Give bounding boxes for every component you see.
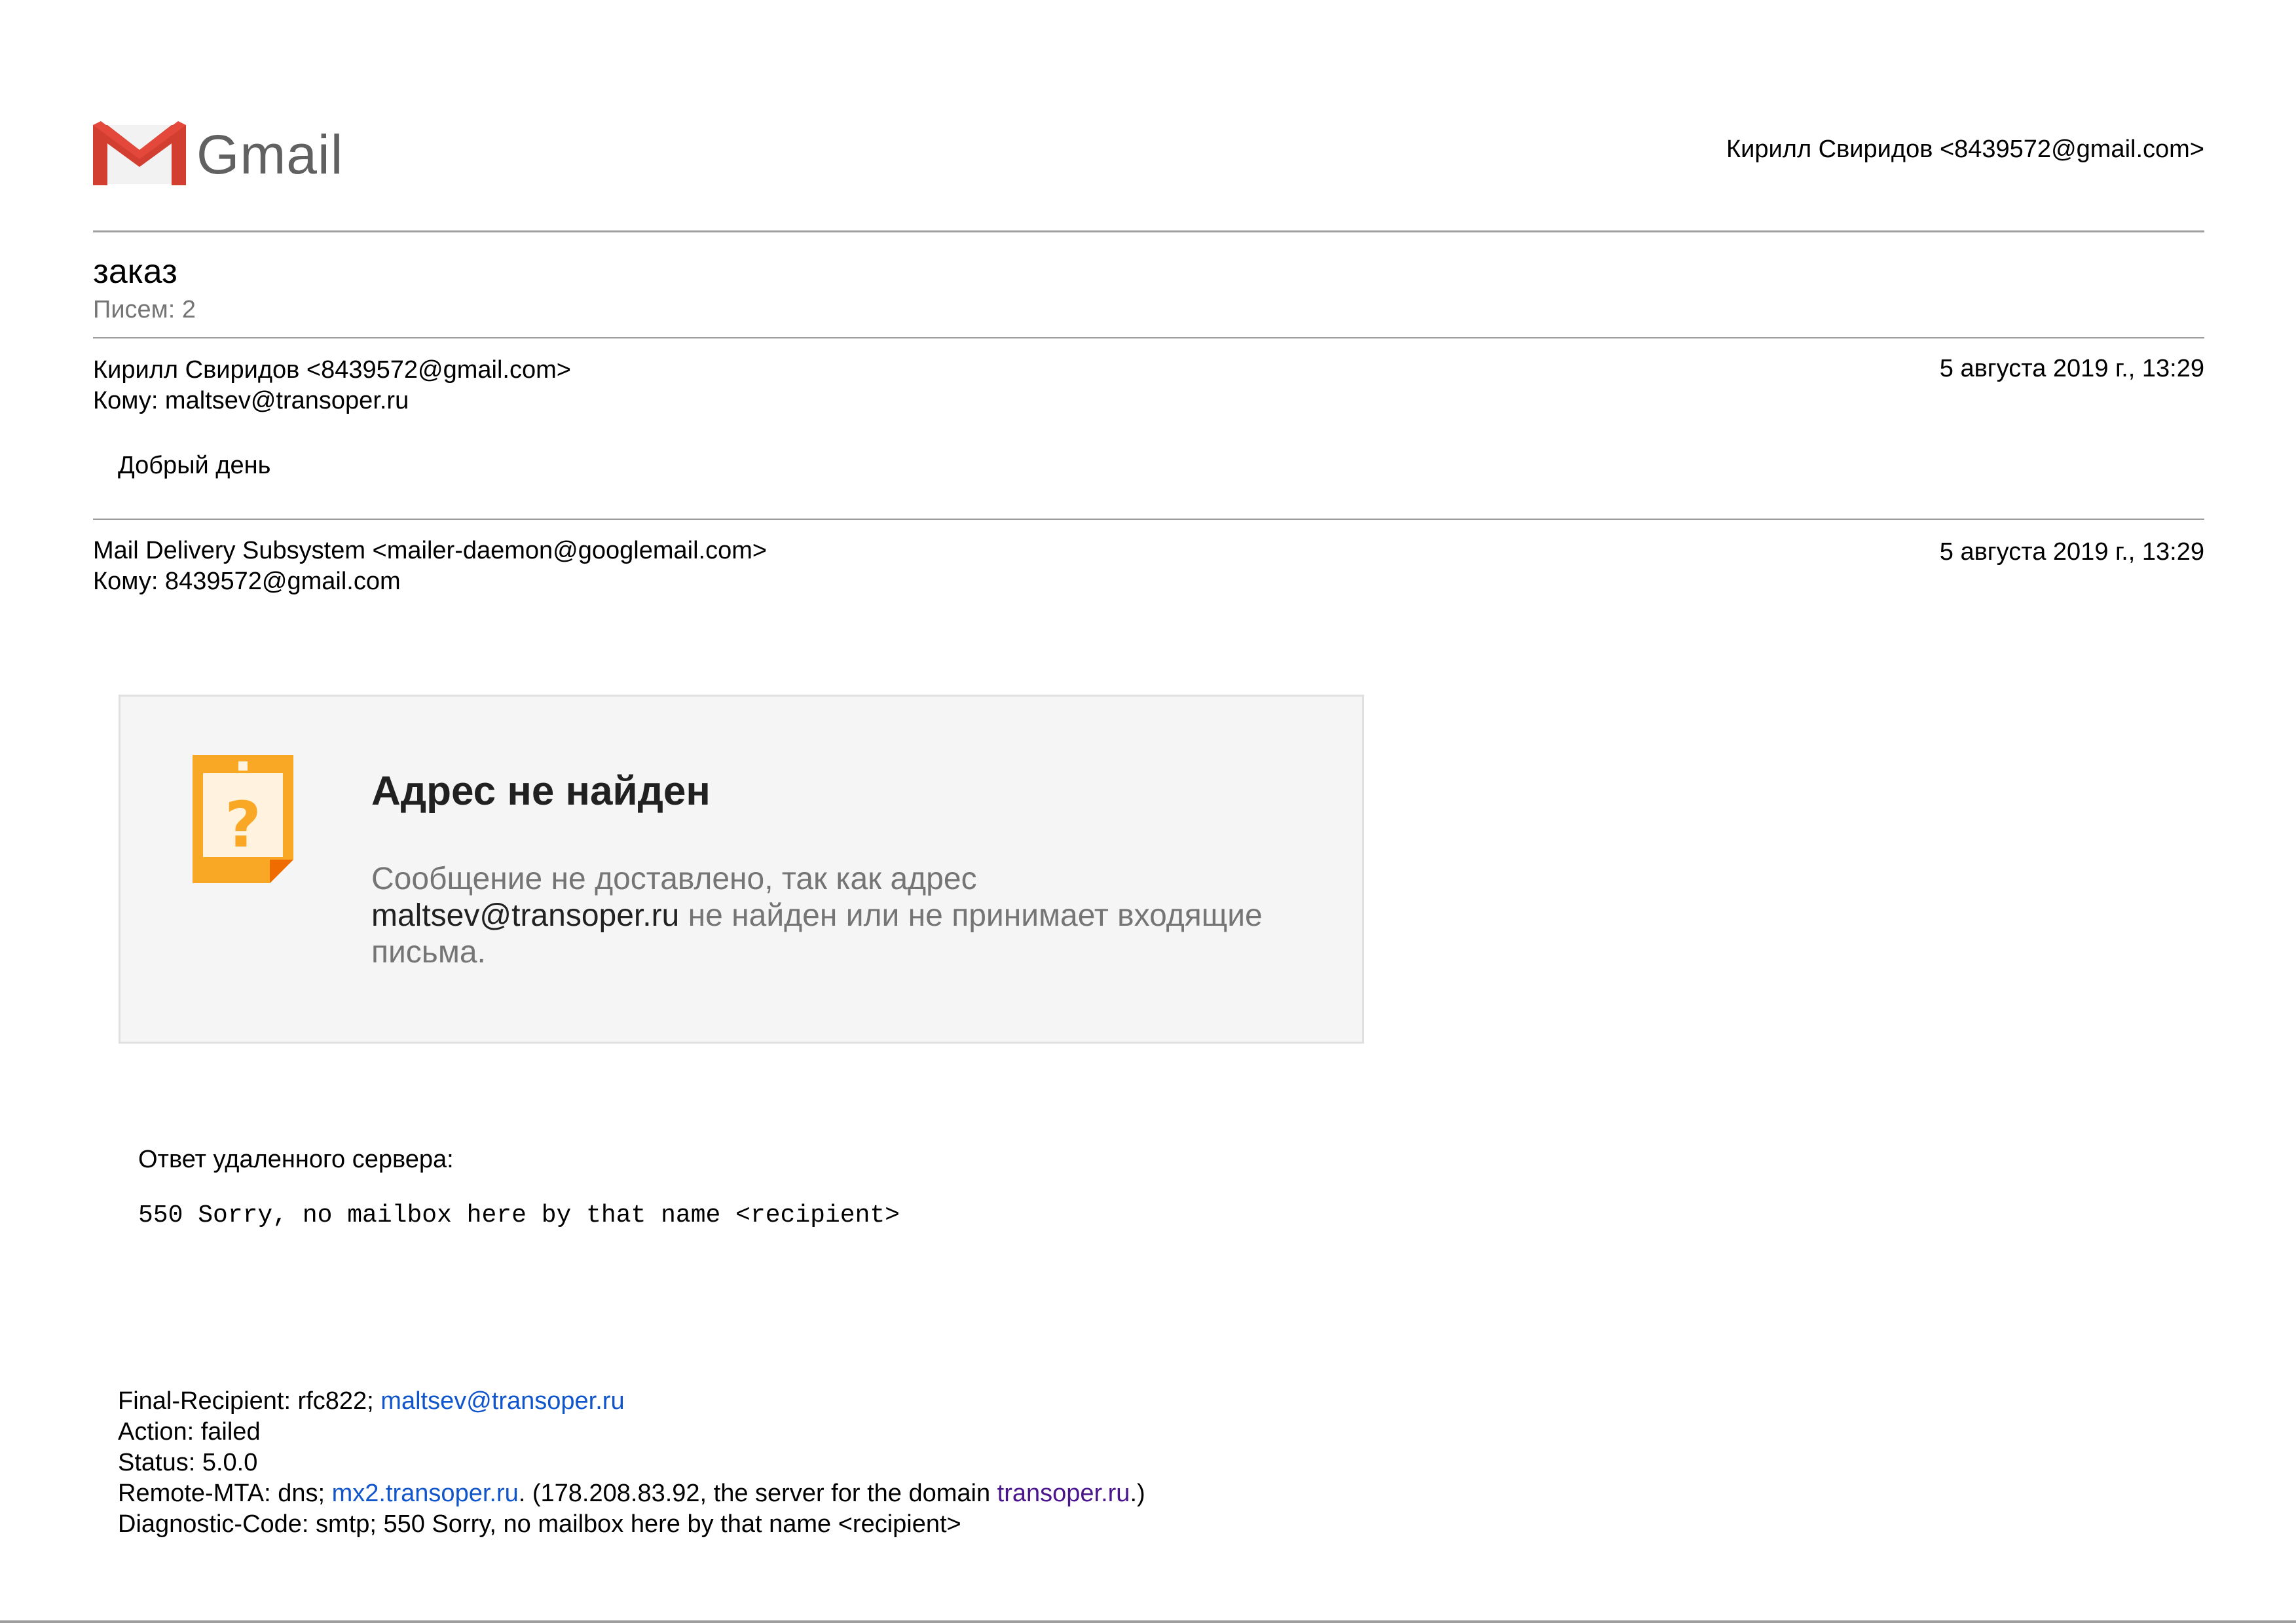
bounce-address: maltsev@transoper.ru: [371, 898, 680, 933]
diagnostic-code-line: Diagnostic-Code: smtp; 550 Sorry, no mai…: [118, 1510, 961, 1538]
message-body: Добрый день: [118, 452, 271, 479]
svg-text:?: ?: [225, 788, 261, 862]
remote-mta-link[interactable]: mx2.transoper.ru: [332, 1480, 519, 1507]
final-recipient-line: Final-Recipient: rfc822; maltsev@transop…: [118, 1386, 1145, 1417]
remote-server-label: Ответ удаленного сервера:: [138, 1146, 454, 1173]
message-count: Писем: 2: [93, 296, 196, 323]
bounce-description: Сообщение не доставлено, так как адрес ma…: [371, 861, 1341, 971]
domain-link[interactable]: transoper.ru: [997, 1480, 1130, 1507]
gmail-wordmark: Gmail: [196, 124, 344, 185]
divider: [93, 519, 2204, 520]
thread-subject: заказ: [93, 253, 177, 291]
message-date: 5 августа 2019 г., 13:29: [1939, 538, 2204, 566]
page-bottom-rule: [0, 1620, 2296, 1623]
message-recipient: Кому: 8439572@gmail.com: [93, 568, 401, 595]
final-recipient-link[interactable]: maltsev@transoper.ru: [380, 1387, 624, 1415]
gmail-m-icon: [93, 121, 186, 187]
message-date: 5 августа 2019 г., 13:29: [1939, 355, 2204, 382]
remote-server-response: 550 Sorry, no mailbox here by that name …: [138, 1201, 900, 1230]
bounce-title: Адрес не найден: [371, 769, 711, 814]
remote-mta-text: .): [1130, 1480, 1145, 1507]
final-recipient-label: Final-Recipient: rfc822;: [118, 1387, 381, 1415]
divider: [93, 230, 2204, 232]
action-line: Action: failed: [118, 1418, 261, 1446]
remote-mta-label: Remote-MTA: dns;: [118, 1480, 332, 1507]
divider: [93, 337, 2204, 338]
message-sender: Mail Delivery Subsystem <mailer-daemon@g…: [93, 537, 768, 564]
question-document-icon: ?: [193, 755, 293, 883]
remote-mta-line: Remote-MTA: dns; mx2.transoper.ru. (178.…: [118, 1478, 1145, 1509]
remote-mta-text: . (178.208.83.92, the server for the dom…: [518, 1480, 997, 1507]
bounce-description-text: Сообщение не доставлено, так как адрес: [371, 862, 977, 896]
message-sender: Кирилл Свиридов <8439572@gmail.com>: [93, 356, 571, 384]
status-line: Status: 5.0.0: [118, 1449, 258, 1476]
message-recipient: Кому: maltsev@transoper.ru: [93, 387, 409, 414]
delivery-status-details: Final-Recipient: rfc822; maltsev@transop…: [118, 1386, 1145, 1540]
account-email: Кирилл Свиридов <8439572@gmail.com>: [1726, 136, 2204, 163]
